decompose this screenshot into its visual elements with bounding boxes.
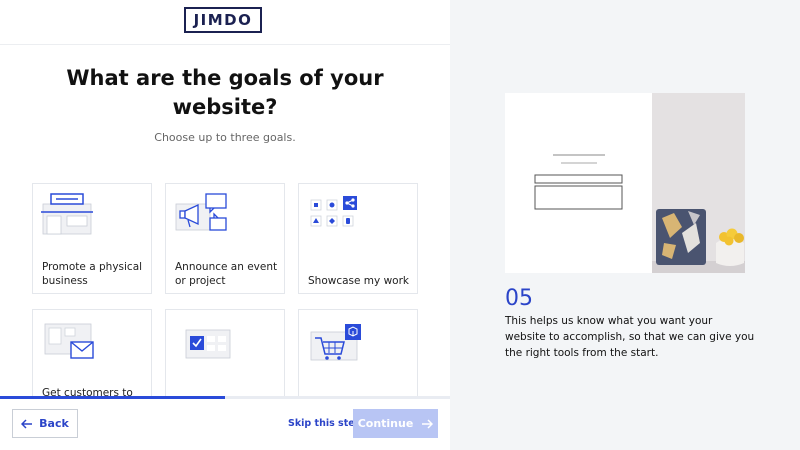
megaphone-icon xyxy=(175,193,227,231)
skip-step-link[interactable]: Skip this step xyxy=(288,418,362,429)
footer-bar: Back Skip this step Continue xyxy=(0,399,450,450)
continue-button-label: Continue xyxy=(357,417,414,430)
arrow-left-icon xyxy=(21,418,33,429)
contact-mail-icon xyxy=(44,323,94,359)
step-number: 05 xyxy=(505,286,533,311)
page-title: What are the goals of your website? xyxy=(66,66,384,119)
goal-card-promote-business[interactable]: Promote a physical business xyxy=(32,183,152,294)
jimdo-logo: JIMDO xyxy=(184,7,262,33)
goal-card-label: Announce an event or project xyxy=(175,261,278,287)
back-button[interactable]: Back xyxy=(12,409,78,438)
website-preview-illustration xyxy=(505,93,745,273)
step-description: This helps us know what you want your we… xyxy=(505,315,755,359)
goal-card-showcase-work[interactable]: Showcase my work xyxy=(298,183,418,294)
goal-card-label: Promote a physical business xyxy=(42,261,143,287)
arrow-right-icon xyxy=(422,418,434,429)
back-button-label: Back xyxy=(39,417,69,430)
page-subtitle: Choose up to three goals. xyxy=(154,131,296,144)
booking-calendar-icon xyxy=(185,329,231,359)
preview-wireframe xyxy=(534,154,623,210)
decor-illustration xyxy=(652,209,745,273)
goal-card-label: Showcase my work xyxy=(308,275,409,287)
goals-step-panel: JIMDO What are the goals of your website… xyxy=(0,0,450,450)
continue-button[interactable]: Continue xyxy=(353,409,438,438)
shopping-cart-icon xyxy=(310,324,361,361)
top-bar: JIMDO xyxy=(0,0,450,45)
storefront-icon xyxy=(41,193,93,235)
info-side-panel: 05 This helps us know what you want your… xyxy=(450,0,800,450)
preview-photo xyxy=(652,93,745,273)
goal-card-announce-event[interactable]: Announce an event or project xyxy=(165,183,285,294)
portfolio-icon xyxy=(310,196,357,227)
